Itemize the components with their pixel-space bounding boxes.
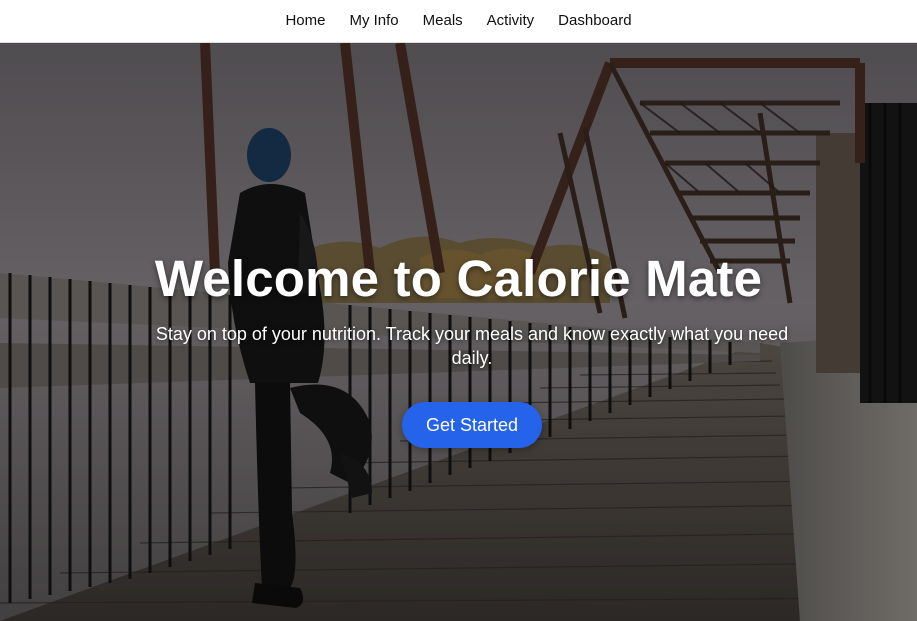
nav-list: Home My Info Meals Activity Dashboard [285, 12, 631, 30]
nav-item-meals: Meals [423, 12, 463, 30]
get-started-button[interactable]: Get Started [402, 402, 542, 448]
nav-item-dashboard: Dashboard [558, 12, 631, 30]
nav-link-my-info[interactable]: My Info [349, 12, 398, 29]
nav-item-my-info: My Info [349, 12, 398, 30]
nav-link-meals[interactable]: Meals [423, 12, 463, 29]
nav-link-home[interactable]: Home [285, 12, 325, 29]
nav-item-home: Home [285, 12, 325, 30]
nav-link-activity[interactable]: Activity [487, 12, 535, 29]
top-navbar: Home My Info Meals Activity Dashboard [0, 0, 917, 43]
nav-item-activity: Activity [487, 12, 535, 30]
hero-section: Welcome to Calorie Mate Stay on top of y… [0, 43, 917, 621]
nav-link-dashboard[interactable]: Dashboard [558, 12, 631, 29]
hero-title: Welcome to Calorie Mate [154, 250, 763, 307]
hero-content: Welcome to Calorie Mate Stay on top of y… [0, 43, 917, 621]
hero-subtitle: Stay on top of your nutrition. Track you… [155, 324, 789, 368]
